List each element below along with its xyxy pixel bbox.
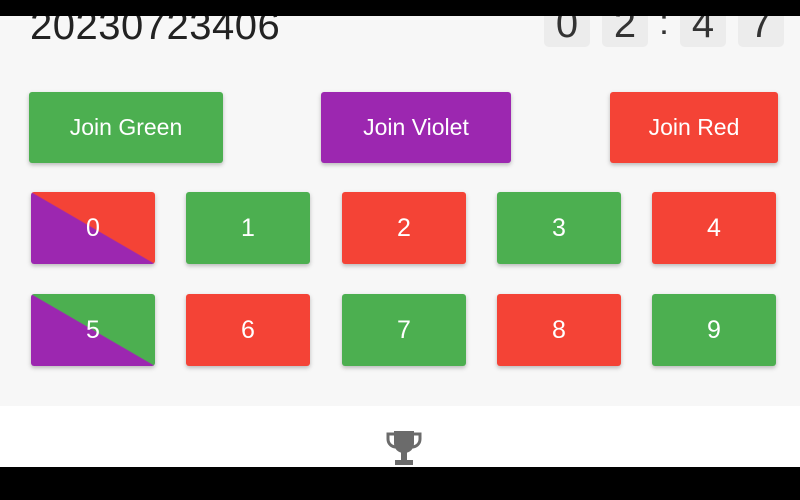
game-screen: 20230723406 0 2 : 4 7 Join Green Join Vi… (0, 16, 800, 467)
number-button-6[interactable]: 6 (186, 294, 310, 366)
period-number: 20230723406 (30, 16, 281, 48)
number-button-2[interactable]: 2 (342, 192, 466, 264)
number-button-4[interactable]: 4 (652, 192, 776, 264)
number-button-8[interactable]: 8 (497, 294, 621, 366)
number-button-3[interactable]: 3 (497, 192, 621, 264)
number-button-5[interactable]: 5 (31, 294, 155, 366)
join-green-button[interactable]: Join Green (29, 92, 223, 163)
number-button-0[interactable]: 0 (31, 192, 155, 264)
timer-digit: 2 (602, 16, 648, 47)
join-red-button[interactable]: Join Red (610, 92, 778, 163)
timer-digit: 7 (738, 16, 784, 47)
join-violet-button[interactable]: Join Violet (321, 92, 511, 163)
number-button-7[interactable]: 7 (342, 294, 466, 366)
timer-digit: 4 (680, 16, 726, 47)
trophy-icon[interactable] (384, 427, 424, 467)
number-button-9[interactable]: 9 (652, 294, 776, 366)
timer-digit: 0 (544, 16, 590, 47)
number-button-1[interactable]: 1 (186, 192, 310, 264)
timer-separator: : (658, 16, 669, 42)
countdown-timer: 0 2 : 4 7 (544, 16, 784, 47)
